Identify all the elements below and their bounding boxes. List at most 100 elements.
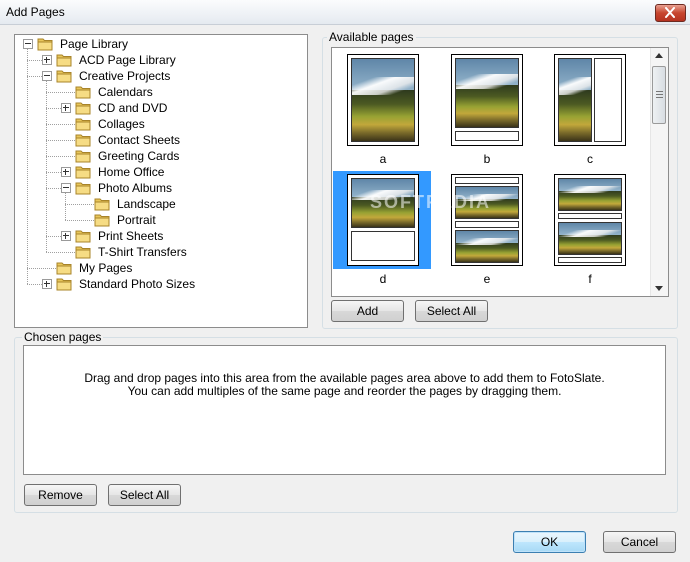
tree-item-label: Greeting Cards — [98, 149, 180, 163]
vertical-scrollbar[interactable] — [650, 48, 668, 296]
tree-item[interactable]: Print Sheets — [61, 228, 331, 244]
tree-item[interactable]: Standard Photo Sizes — [42, 276, 312, 292]
chosen-select-all-button[interactable]: Select All — [108, 484, 181, 506]
collapse-icon[interactable] — [61, 183, 71, 193]
page-caption: f — [588, 272, 592, 286]
tree-item-label: Collages — [98, 117, 145, 131]
expand-icon[interactable] — [42, 55, 52, 65]
page-preview — [554, 54, 626, 146]
chosen-pages-drop-area[interactable]: Drag and drop pages into this area from … — [23, 345, 666, 475]
folder-icon — [75, 149, 91, 163]
tree-item[interactable]: ACD Page Library — [42, 52, 312, 68]
close-icon — [665, 7, 675, 18]
text-placeholder — [455, 131, 519, 141]
tree-item-label: CD and DVD — [98, 101, 168, 115]
tree-item[interactable]: CD and DVD — [61, 100, 331, 116]
folder-icon — [56, 53, 72, 67]
photo-placeholder — [558, 178, 622, 211]
tree-item-label: My Pages — [79, 261, 133, 275]
window-title: Add Pages — [6, 5, 65, 19]
page-preview — [347, 54, 419, 146]
folder-icon — [94, 213, 110, 227]
tree-item[interactable]: Contact Sheets — [61, 132, 331, 148]
folder-icon — [75, 245, 91, 259]
folder-icon — [94, 197, 110, 211]
watermark: SOFTPEDIA — [370, 192, 492, 212]
tree-item[interactable]: Landscape — [80, 196, 350, 212]
available-pages-label: Available pages — [327, 30, 416, 44]
folder-icon — [56, 261, 72, 275]
expand-icon[interactable] — [61, 231, 71, 241]
tree-item-label: Home Office — [98, 165, 165, 179]
photo-placeholder — [351, 58, 415, 142]
text-placeholder — [558, 213, 622, 219]
folder-icon — [75, 229, 91, 243]
photo-placeholder — [455, 230, 519, 263]
tree-item-label: Creative Projects — [79, 69, 171, 83]
photo-placeholder — [558, 222, 622, 255]
tree-item-label: Photo Albums — [98, 181, 173, 195]
expand-icon[interactable] — [42, 279, 52, 289]
text-placeholder — [351, 231, 415, 261]
tree-item-label: Page Library — [60, 37, 129, 51]
text-placeholder — [455, 221, 519, 228]
cancel-button[interactable]: Cancel — [603, 531, 676, 553]
collapse-icon[interactable] — [23, 39, 33, 49]
page-library-tree[interactable]: Page Library ACD Page Library Creative Pro… — [14, 34, 308, 328]
tree-item[interactable]: Photo Albums — [61, 180, 331, 196]
page-caption: d — [379, 272, 387, 286]
page-preview — [451, 174, 523, 266]
tree-item[interactable]: My Pages — [42, 260, 312, 276]
collapse-icon[interactable] — [42, 71, 52, 81]
remove-button[interactable]: Remove — [24, 484, 97, 506]
available-pages-list[interactable]: a b c d e f — [331, 47, 669, 297]
title-bar: Add Pages — [0, 0, 690, 25]
tree-item[interactable]: Portrait — [80, 212, 350, 228]
page-caption: c — [587, 152, 593, 166]
page-caption: b — [483, 152, 491, 166]
tree-item-label: Standard Photo Sizes — [79, 277, 196, 291]
scrollbar-thumb[interactable] — [652, 66, 666, 124]
page-caption: e — [483, 272, 491, 286]
tree-item-label: Portrait — [117, 213, 156, 227]
page-preview — [451, 54, 523, 146]
page-preview — [554, 174, 626, 266]
tree-item[interactable]: Greeting Cards — [61, 148, 331, 164]
add-button[interactable]: Add — [331, 300, 404, 322]
tree-item-label: T-Shirt Transfers — [98, 245, 187, 259]
available-select-all-button[interactable]: Select All — [415, 300, 488, 322]
folder-icon — [37, 37, 53, 51]
chosen-hint-line-2: You can add multiples of the same page a… — [127, 384, 562, 398]
photo-placeholder — [558, 58, 592, 142]
page-caption: a — [379, 152, 387, 166]
tree-item-label: Print Sheets — [98, 229, 164, 243]
tree-item-label: ACD Page Library — [79, 53, 176, 67]
folder-icon — [75, 85, 91, 99]
close-button[interactable] — [655, 4, 686, 22]
folder-icon — [75, 133, 91, 147]
text-placeholder — [455, 177, 519, 184]
tree-item[interactable]: T-Shirt Transfers — [61, 244, 331, 260]
expand-icon[interactable] — [61, 167, 71, 177]
photo-placeholder — [455, 58, 519, 128]
ok-button[interactable]: OK — [513, 531, 586, 553]
folder-icon — [56, 69, 72, 83]
folder-icon — [75, 101, 91, 115]
tree-item-label: Landscape — [117, 197, 176, 211]
folder-icon — [75, 181, 91, 195]
chosen-pages-label: Chosen pages — [22, 330, 104, 344]
tree-item[interactable]: Home Office — [61, 164, 331, 180]
tree-item[interactable]: Page Library — [23, 36, 293, 52]
text-placeholder — [558, 257, 622, 263]
folder-icon — [56, 277, 72, 291]
tree-item[interactable]: Creative Projects — [42, 68, 312, 84]
expand-icon[interactable] — [61, 103, 71, 113]
tree-item[interactable]: Collages — [61, 116, 331, 132]
folder-icon — [75, 165, 91, 179]
tree-item-label: Contact Sheets — [98, 133, 181, 147]
scroll-up-arrow-icon[interactable] — [655, 53, 663, 58]
scroll-down-arrow-icon[interactable] — [655, 286, 663, 291]
page-preview — [347, 174, 419, 266]
tree-item[interactable]: Calendars — [61, 84, 331, 100]
tree-item-label: Calendars — [98, 85, 153, 99]
